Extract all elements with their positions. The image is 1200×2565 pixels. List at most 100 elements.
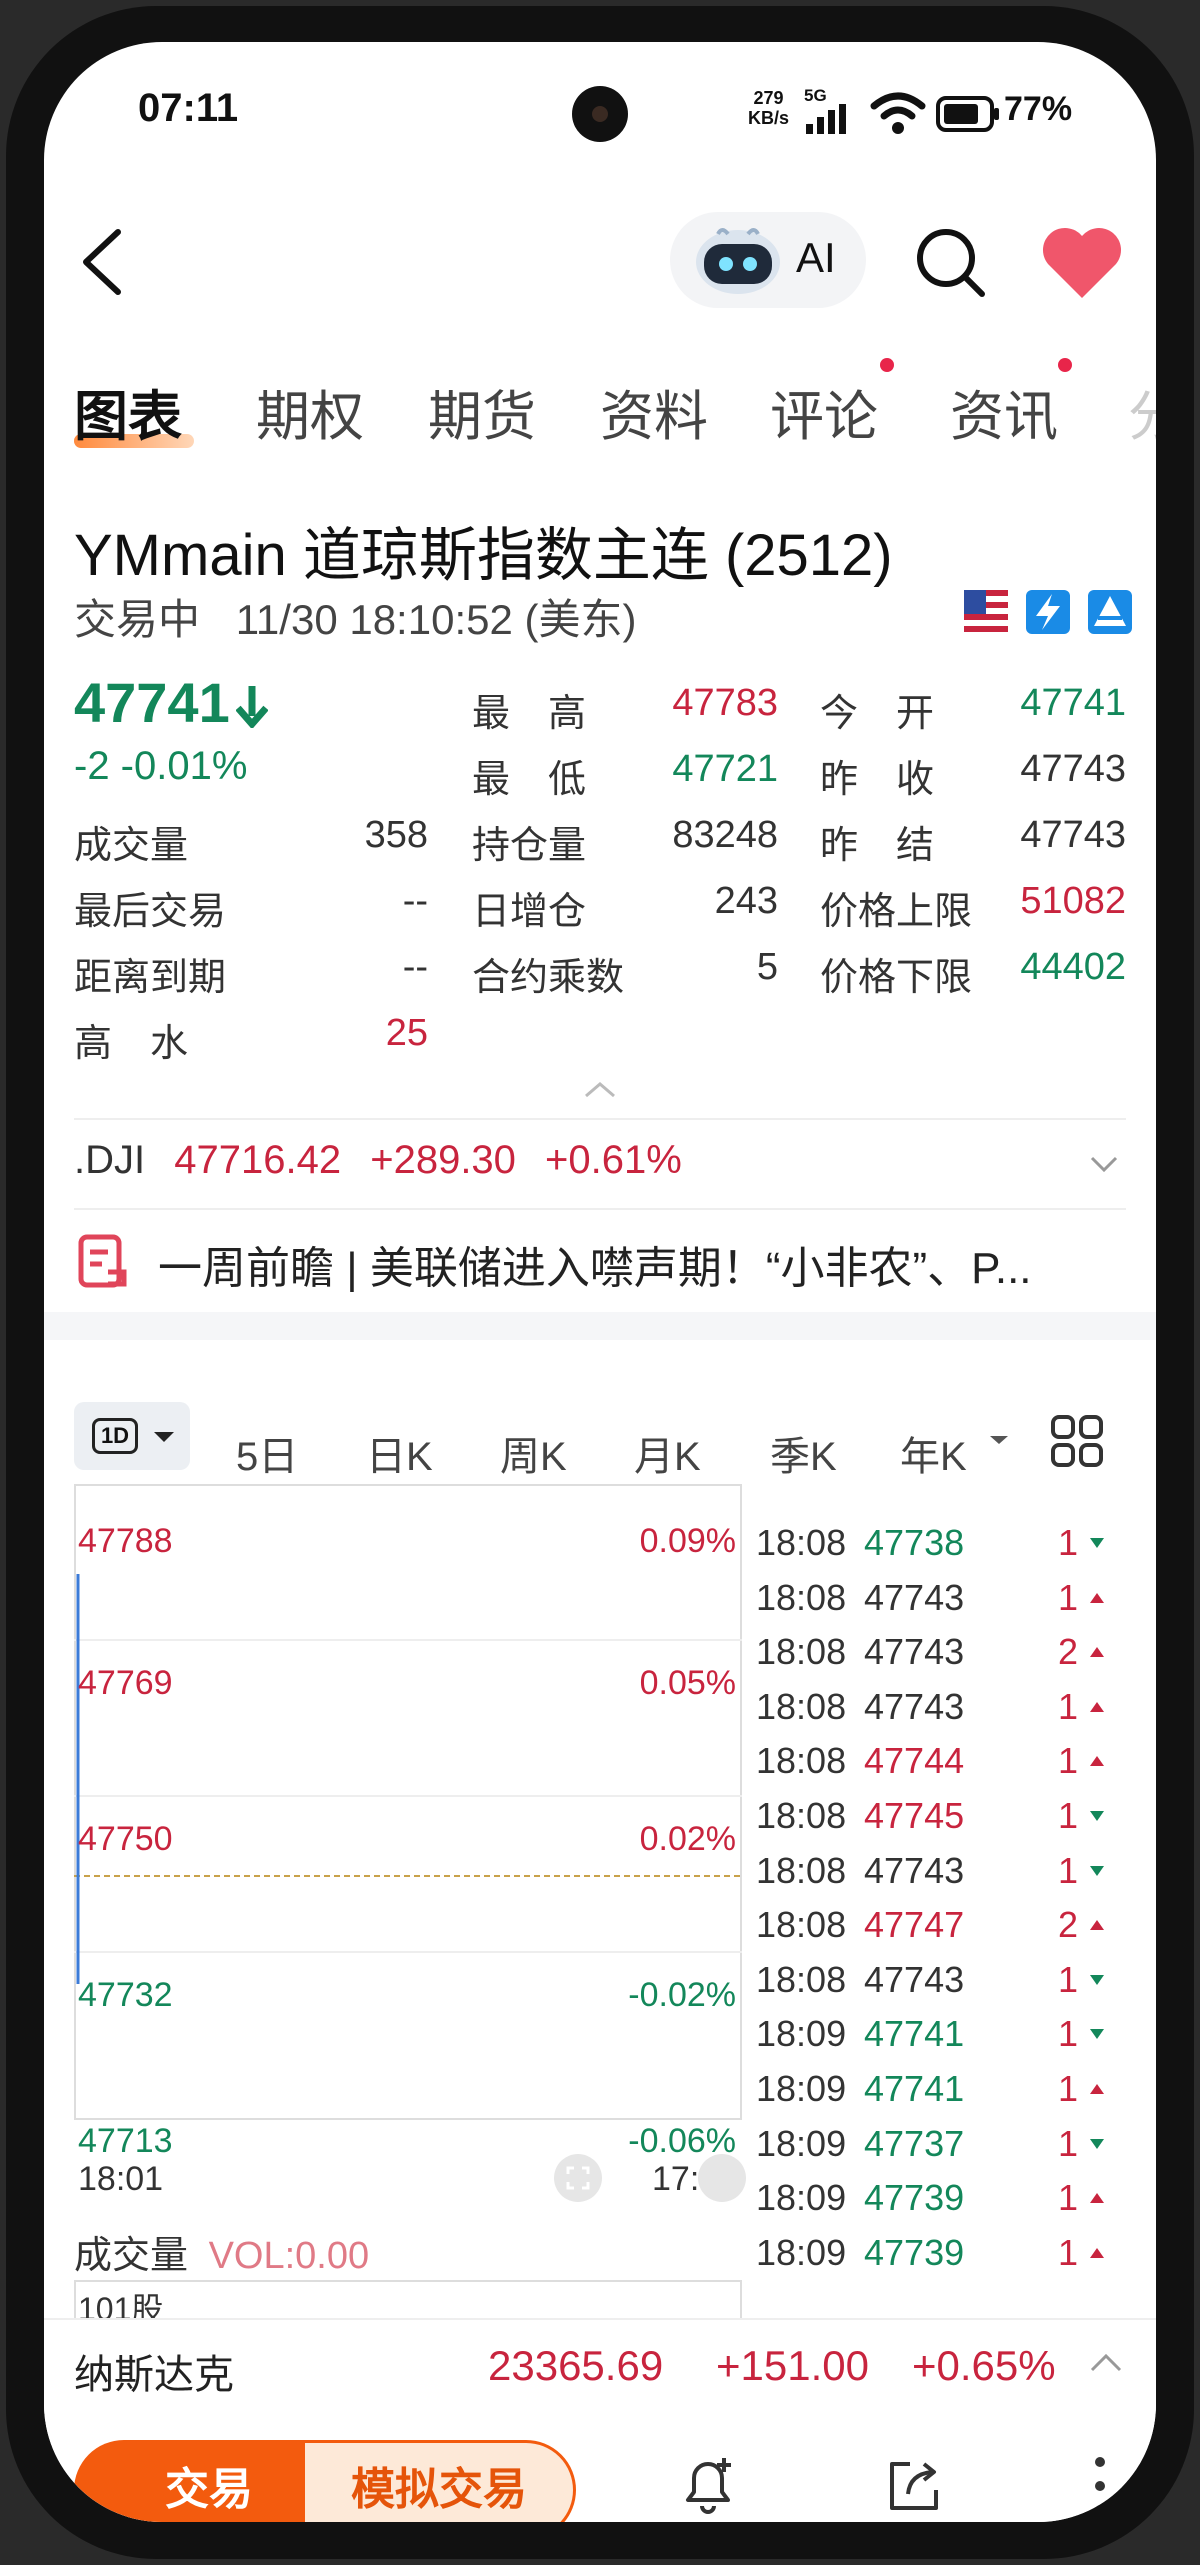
oi-change-value: 243 (714, 880, 778, 922)
tick-up-icon (1090, 2084, 1104, 2094)
network-type: 5G (804, 86, 827, 105)
volume-value: 358 (364, 814, 428, 856)
tab-more[interactable]: 分 (1128, 372, 1156, 451)
share-icon[interactable] (884, 2456, 944, 2516)
trade-price: 47743 (864, 1631, 965, 1672)
trade-row: 18:08 47744 1 (756, 1740, 1136, 1790)
simulated-trade-button[interactable]: 模拟交易 (302, 2440, 576, 2522)
index-symbol: .DJI (74, 1138, 146, 1182)
period-day-k[interactable]: 日K (366, 1424, 433, 1482)
period-quarter-k[interactable]: 季K (770, 1424, 837, 1482)
trade-row: 18:09 47739 1 (756, 2232, 1136, 2282)
period-year-k[interactable]: 年K (900, 1424, 967, 1482)
trade-volume: 1 (1057, 2068, 1078, 2109)
realtime-bolt-icon (1026, 590, 1070, 634)
price-alert-bell-icon[interactable] (678, 2454, 738, 2518)
back-icon[interactable] (78, 226, 126, 298)
trade-price: 47741 (864, 2068, 965, 2109)
trade-volume: 1 (1057, 2013, 1078, 2054)
trade-time: 18:08 (756, 1740, 847, 1781)
more-options-icon[interactable] (1090, 2454, 1110, 2518)
dropdown-caret-icon (154, 1432, 174, 1442)
tab-news[interactable]: 资讯 (950, 372, 1058, 451)
expand-up-chevron-icon[interactable] (1088, 2352, 1124, 2376)
settings-circle-icon[interactable] (696, 2152, 748, 2204)
trade-row: 18:09 47739 1 (756, 2177, 1136, 2227)
tab-futures[interactable]: 期货 (428, 372, 536, 451)
period-month-k[interactable]: 月K (634, 1424, 701, 1482)
index-pct: +0.61% (545, 1138, 682, 1182)
trade-volume: 1 (1057, 1686, 1078, 1727)
news-headline[interactable]: 一周前瞻 | 美联储进入噤声期！“小非农”、P... (158, 1232, 1032, 1296)
volume-label: 成交量 (74, 825, 189, 867)
trade-time: 18:09 (756, 2013, 847, 2054)
open-interest-value: 83248 (672, 814, 778, 856)
high-label: 最 高 (472, 693, 587, 735)
period-week-k[interactable]: 周K (500, 1424, 567, 1482)
search-icon[interactable] (912, 224, 988, 300)
tab-comments[interactable]: 评论 (770, 372, 878, 451)
status-text: 交易中 (74, 596, 201, 643)
vol-value: VOL:0.00 (208, 2235, 370, 2277)
trade-time: 18:09 (756, 2177, 847, 2218)
y-tick-price: 47750 (78, 1820, 173, 1858)
high-value: 47783 (672, 682, 778, 724)
prev-settle-label: 昨 结 (820, 825, 935, 867)
trade-row: 18:09 47741 1 (756, 2013, 1136, 2063)
trade-row: 18:08 47743 2 (756, 1631, 1136, 1681)
news-badge (1058, 358, 1072, 372)
lower-limit-label: 价格下限 (820, 957, 973, 999)
net-speed-value: 279 (753, 88, 784, 108)
index-price: 47716.42 (174, 1138, 342, 1182)
trade-price: 47743 (864, 1686, 965, 1727)
period-5d[interactable]: 5日 (236, 1424, 298, 1482)
trade-time: 18:08 (756, 1631, 847, 1672)
y-tick-pct: 0.05% (639, 1664, 736, 1702)
tab-options[interactable]: 期权 (256, 372, 364, 451)
tick-down-icon (1090, 1538, 1104, 1548)
year-k-caret-icon (990, 1436, 1008, 1444)
instrument-title: YMmain 道琼斯指数主连 (2512) (74, 523, 893, 588)
open-value: 47741 (1020, 682, 1126, 724)
trade-row: 18:08 47743 1 (756, 1577, 1136, 1627)
open-label: 今 开 (820, 693, 935, 735)
trading-status: 交易中 11/30 18:10:52 (美东) (74, 586, 636, 647)
trade-price: 47743 (864, 1577, 965, 1618)
down-arrow-icon (236, 686, 268, 728)
trade-row: 18:08 47738 1 (756, 1522, 1136, 1572)
trade-volume: 1 (1057, 1577, 1078, 1618)
y-tick-price: 47788 (78, 1522, 173, 1560)
trade-row: 18:09 47737 1 (756, 2123, 1136, 2173)
section-separator (44, 1312, 1156, 1340)
signal-icon (806, 104, 846, 134)
tick-up-icon (1090, 2248, 1104, 2258)
trade-volume: 1 (1057, 2232, 1078, 2273)
trade-price: 47747 (864, 1904, 965, 1945)
nasdaq-change: +151.00 (716, 2342, 869, 2389)
trade-volume: 1 (1057, 1740, 1078, 1781)
trade-row: 18:09 47741 1 (756, 2068, 1136, 2118)
trade-price: 47739 (864, 2232, 965, 2273)
index-row[interactable]: .DJI 47716.42 +289.30 +0.61% (74, 1138, 682, 1183)
last-trade-label: 最后交易 (74, 891, 227, 933)
collapse-chevron-icon[interactable] (582, 1080, 618, 1100)
fullscreen-icon[interactable] (552, 2152, 604, 2204)
trade-row: 18:08 47743 1 (756, 1686, 1136, 1736)
oi-change-label: 日增仓 (472, 891, 587, 933)
tab-profile[interactable]: 资料 (600, 372, 708, 451)
favorite-heart-icon[interactable] (1040, 226, 1124, 300)
trade-time: 18:08 (756, 1850, 847, 1891)
last-trade-value: -- (402, 880, 428, 922)
trade-time: 18:08 (756, 1795, 847, 1836)
expand-chevron-icon[interactable] (1088, 1152, 1120, 1176)
y-tick-pct: 0.09% (639, 1522, 736, 1560)
tick-up-icon (1090, 1756, 1104, 1766)
tick-down-icon (1090, 1975, 1104, 1985)
grid-layout-icon[interactable] (1050, 1414, 1106, 1470)
expiry-value: -- (402, 946, 428, 988)
trade-price: 47745 (864, 1795, 965, 1836)
chart-grid (74, 1574, 742, 1984)
tab-chart[interactable]: 图表 (74, 372, 182, 451)
trade-time: 18:08 (756, 1577, 847, 1618)
multiplier-value: 5 (756, 946, 778, 988)
